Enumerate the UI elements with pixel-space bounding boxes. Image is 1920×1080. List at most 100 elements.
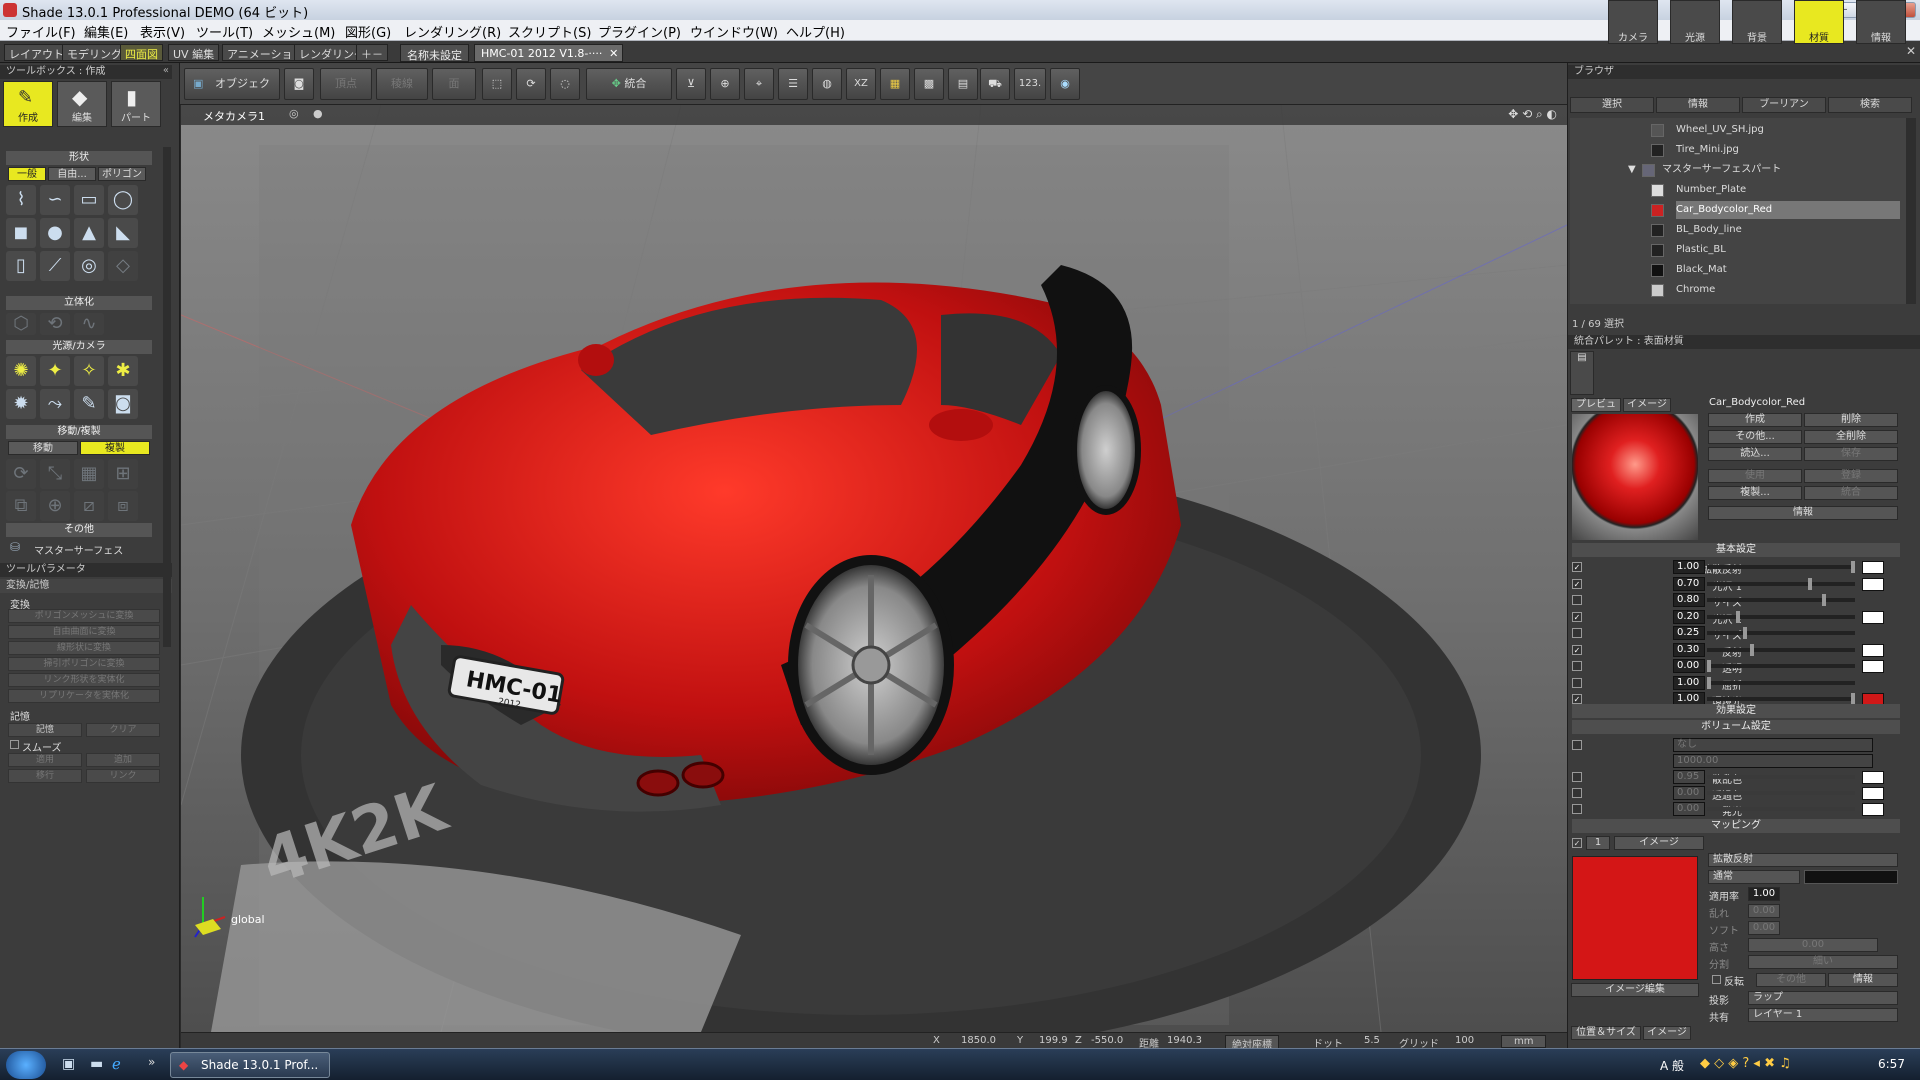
knife-icon[interactable]: ⟋ bbox=[40, 251, 70, 281]
volume-checkbox[interactable] bbox=[1572, 740, 1582, 750]
property-color-swatch[interactable] bbox=[1862, 577, 1884, 591]
menu-tools[interactable]: ツール(T) bbox=[196, 22, 253, 41]
property-checkbox[interactable] bbox=[1572, 595, 1582, 605]
volume-settings-header[interactable]: ボリューム設定 bbox=[1572, 720, 1900, 734]
add-remove-tab-button[interactable]: ＋－ bbox=[356, 44, 388, 61]
clear-button[interactable]: クリア bbox=[86, 723, 160, 737]
spot-light-icon[interactable]: ✦ bbox=[40, 356, 70, 386]
plane-icon[interactable]: ◣ bbox=[108, 218, 138, 248]
volume-value[interactable]: 0.95 bbox=[1673, 770, 1705, 784]
start-button[interactable] bbox=[6, 1051, 46, 1079]
map-channel-select[interactable]: 拡散反射 bbox=[1708, 853, 1898, 867]
browser-tab-search[interactable]: 検索 bbox=[1828, 97, 1912, 113]
rect-select-icon[interactable]: ⬚ bbox=[482, 68, 512, 100]
shading-icon[interactable]: ● bbox=[313, 107, 323, 120]
property-value-input[interactable]: 0.25 bbox=[1673, 626, 1705, 640]
property-checkbox[interactable]: ✓ bbox=[1572, 611, 1582, 622]
perspective-viewport[interactable]: HMC-01 2012 4K2K global bbox=[181, 105, 1567, 1032]
volume-value[interactable]: なし bbox=[1673, 738, 1873, 752]
desktop-icon[interactable]: ▬ bbox=[90, 1056, 103, 1072]
browser-tab-info[interactable]: 情報 bbox=[1656, 97, 1740, 113]
create-material-button[interactable]: 作成 bbox=[1708, 413, 1802, 427]
memory-button[interactable]: 記憶 bbox=[8, 723, 82, 737]
other-section-header[interactable]: その他 bbox=[6, 523, 152, 537]
palette-tab-camera[interactable]: カメラ bbox=[1608, 0, 1658, 44]
browser-item-selected[interactable]: Car_Bodycolor_Red bbox=[1651, 201, 1900, 219]
register-material-button[interactable]: 登録 bbox=[1804, 469, 1898, 483]
menu-shape[interactable]: 図形(G) bbox=[345, 22, 391, 41]
browser-item-part[interactable]: ▼ マスターサーフェスパート bbox=[1628, 161, 1781, 179]
map-layer-select[interactable]: 1 bbox=[1586, 836, 1610, 850]
volume-color-swatch[interactable] bbox=[1862, 803, 1884, 816]
smooth-apply-button[interactable]: 適用 bbox=[8, 753, 82, 767]
browser-scrollbar[interactable] bbox=[1906, 118, 1916, 304]
property-checkbox[interactable]: ✓ bbox=[1572, 694, 1582, 704]
volume-color-swatch[interactable] bbox=[1862, 787, 1884, 800]
property-slider[interactable] bbox=[1707, 627, 1855, 639]
open-line-icon[interactable]: ⌇ bbox=[6, 185, 36, 215]
cone-icon[interactable]: ▲ bbox=[74, 218, 104, 248]
property-value-input[interactable]: 0.00 bbox=[1673, 659, 1705, 673]
browser-item[interactable]: Plastic_BL bbox=[1651, 241, 1726, 259]
property-checkbox[interactable] bbox=[1572, 677, 1582, 688]
circle-icon[interactable]: ◯ bbox=[108, 185, 138, 215]
browser-tab-boolean[interactable]: ブーリアン bbox=[1742, 97, 1826, 113]
volume-value[interactable]: 1000.00 bbox=[1673, 754, 1873, 768]
property-value-input[interactable]: 0.70 bbox=[1673, 576, 1705, 591]
car-icon[interactable]: ⛟ bbox=[980, 68, 1010, 100]
copy-tab[interactable]: 複製 bbox=[80, 441, 150, 455]
sphere-icon[interactable]: ● bbox=[40, 218, 70, 248]
use-material-button[interactable]: 使用 bbox=[1708, 469, 1802, 483]
tab-four-view[interactable]: 四面図 bbox=[120, 44, 163, 61]
property-slider[interactable] bbox=[1707, 676, 1855, 689]
smooth-link-button[interactable]: リンク bbox=[86, 769, 160, 783]
volume-slider[interactable] bbox=[1707, 791, 1855, 795]
volume-slider[interactable] bbox=[1707, 807, 1855, 811]
property-color-swatch[interactable] bbox=[1862, 660, 1884, 673]
collapse-icon[interactable]: « bbox=[163, 65, 169, 76]
browser-item[interactable]: Black_Mat bbox=[1651, 261, 1727, 279]
light-pen-icon[interactable]: ✎ bbox=[74, 389, 104, 419]
volume-checkbox[interactable] bbox=[1572, 772, 1582, 782]
split-select[interactable]: 細い bbox=[1748, 955, 1898, 969]
convert-sweep-button[interactable]: 掃引ポリゴンに変換 bbox=[8, 657, 160, 671]
property-checkbox[interactable] bbox=[1572, 661, 1582, 671]
shape-tab-general[interactable]: 一般 bbox=[8, 167, 46, 181]
menu-window[interactable]: ウインドウ(W) bbox=[690, 22, 778, 41]
height-input[interactable]: 0.00 bbox=[1748, 938, 1878, 952]
effect-settings-header[interactable]: 効果設定 bbox=[1572, 704, 1900, 718]
camera-label[interactable]: メタカメラ1 bbox=[203, 108, 265, 124]
material-info-button[interactable]: 情報 bbox=[1708, 506, 1898, 520]
image-tab[interactable]: イメージ bbox=[1623, 398, 1671, 412]
browser-item[interactable]: BL_Body_line bbox=[1651, 221, 1742, 239]
delete-all-button[interactable]: 全削除 bbox=[1804, 430, 1898, 444]
face-mode-button[interactable]: 面 bbox=[432, 68, 476, 100]
light-target-icon[interactable]: ✹ bbox=[6, 389, 36, 419]
delete-material-button[interactable]: 削除 bbox=[1804, 413, 1898, 427]
box-icon[interactable]: ◼ bbox=[6, 218, 36, 248]
tab-modeling[interactable]: モデリング bbox=[62, 44, 127, 61]
convert-line-button[interactable]: 線形状に変換 bbox=[8, 641, 160, 655]
render-camera-icon[interactable]: ◙ bbox=[284, 68, 314, 100]
palette-menu-icon[interactable]: ▤ bbox=[1570, 351, 1594, 395]
soft-input[interactable]: 0.00 bbox=[1748, 921, 1780, 935]
property-value-input[interactable]: 0.80 bbox=[1673, 593, 1705, 607]
property-checkbox[interactable]: ✓ bbox=[1572, 562, 1582, 572]
volume-value[interactable]: 0.00 bbox=[1673, 786, 1705, 800]
mapping-enable-checkbox[interactable]: ✓ bbox=[1572, 838, 1582, 848]
other-material-button[interactable]: その他... bbox=[1708, 430, 1802, 444]
overflow-icon[interactable]: » bbox=[148, 1055, 155, 1069]
preview-tab[interactable]: プレビュー bbox=[1571, 398, 1621, 422]
object-mode-button[interactable]: ▣オブジェクト bbox=[184, 68, 280, 120]
apply-rate-input[interactable]: 1.00 bbox=[1748, 887, 1780, 901]
tray-icons[interactable]: ◆ ◇ ◈ ? ◂ ✖ ♫ bbox=[1700, 1056, 1791, 1071]
tab-image[interactable]: イメージ bbox=[1643, 1026, 1691, 1040]
torus-icon[interactable]: ◎ bbox=[74, 251, 104, 281]
property-value-input[interactable]: 1.00 bbox=[1673, 675, 1705, 690]
menu-plugin[interactable]: プラグイン(P) bbox=[598, 22, 681, 41]
blur-input[interactable]: 0.00 bbox=[1748, 904, 1780, 918]
palette-tab-material[interactable]: 材質 bbox=[1794, 0, 1844, 44]
property-slider[interactable] bbox=[1707, 610, 1855, 623]
shared-select[interactable]: レイヤー 1 bbox=[1748, 1008, 1898, 1022]
browser-item[interactable]: Chrome bbox=[1651, 281, 1715, 299]
